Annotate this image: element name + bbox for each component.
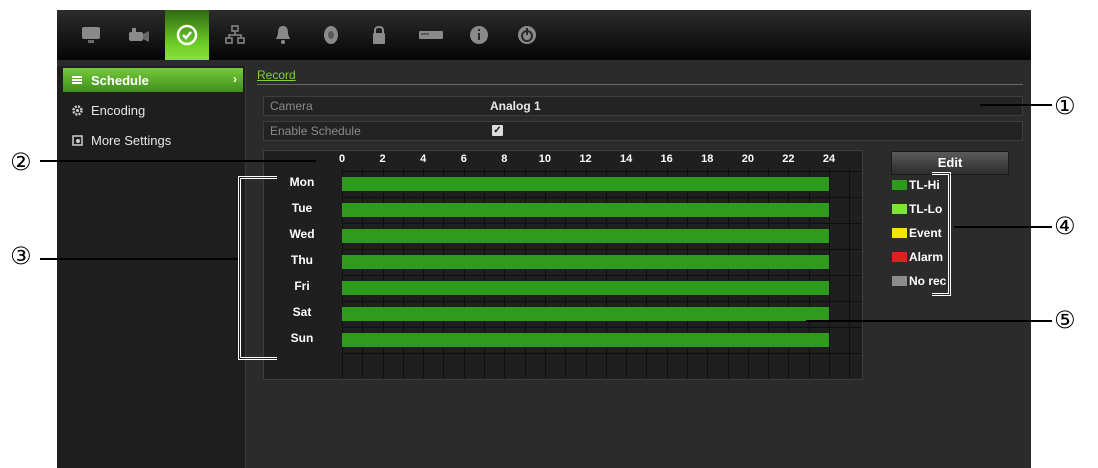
network-icon — [225, 25, 245, 44]
hard-disk-icon — [324, 26, 338, 44]
app-window: Schedule › Encoding More Settings Record… — [57, 10, 1031, 468]
leader-line-3 — [40, 258, 238, 260]
schedule-grid[interactable]: 0 2 4 6 8 10 12 14 16 18 20 22 24 Mon Tue Wed Thu Fri Sat S… — [263, 150, 863, 380]
grid-vline — [829, 169, 830, 378]
sidebar-item-encoding[interactable]: Encoding — [63, 98, 243, 122]
tab-network[interactable] — [213, 10, 257, 60]
grid-hline — [342, 197, 862, 198]
lock-icon — [373, 26, 385, 44]
schedule-bar-thu[interactable] — [342, 255, 829, 269]
chevron-right-icon: › — [233, 72, 237, 86]
camera-select[interactable]: Analog 1 — [490, 99, 541, 113]
clock-icon — [176, 24, 198, 46]
sidebar-item-label: More Settings — [91, 132, 172, 148]
legend-swatch — [892, 276, 907, 286]
schedule-bar-wed[interactable] — [342, 229, 829, 243]
power-icon — [518, 26, 536, 44]
leader-line-4 — [954, 226, 1052, 228]
tab-record[interactable] — [165, 10, 209, 60]
device-icon — [419, 31, 443, 39]
monitor-icon — [82, 27, 100, 43]
schedule-bar-sun[interactable] — [342, 333, 829, 347]
legend-swatch — [892, 204, 907, 214]
tab-shutdown[interactable] — [505, 10, 549, 60]
grid-hline — [342, 275, 862, 276]
callout-5: ⑤ — [1054, 306, 1076, 334]
grid-hline — [342, 301, 862, 302]
grid-hline — [342, 353, 862, 354]
hour-label: 8 — [501, 153, 508, 165]
camera-icon — [129, 28, 149, 42]
enable-schedule-row: Enable Schedule ✓ — [263, 121, 1023, 141]
tab-storage[interactable] — [309, 10, 353, 60]
schedule-bar-fri[interactable] — [342, 281, 829, 295]
grid-hline — [342, 223, 862, 224]
gear-icon — [71, 104, 83, 116]
callout-3: ③ — [10, 242, 32, 270]
bracket-legend — [932, 172, 951, 296]
camera-row: Camera Analog 1 — [263, 96, 1023, 116]
hour-label: 24 — [822, 153, 836, 165]
hour-label: 12 — [579, 153, 592, 165]
hour-label: 14 — [619, 153, 633, 165]
camera-label: Camera — [270, 99, 313, 113]
sidebar-item-label: Encoding — [91, 102, 146, 118]
grid-hline — [342, 327, 862, 328]
legend-swatch — [892, 180, 907, 190]
tab-security[interactable] — [357, 10, 401, 60]
grid-hline — [342, 171, 862, 172]
schedule-bar-tue[interactable] — [342, 203, 829, 217]
hour-label: 2 — [379, 153, 386, 165]
sidebar-item-schedule[interactable]: Schedule › — [63, 68, 243, 92]
hour-label: 6 — [460, 153, 467, 165]
callout-2: ② — [10, 148, 32, 176]
settings-icon — [71, 134, 83, 146]
info-icon — [470, 26, 488, 44]
grid-vline — [849, 169, 851, 378]
tab-info[interactable] — [457, 10, 501, 60]
tab-record-settings[interactable]: Record — [257, 68, 296, 82]
sidebar: Schedule › Encoding More Settings — [57, 66, 246, 468]
tab-display[interactable] — [69, 10, 113, 60]
schedule-bar-mon[interactable] — [342, 177, 829, 191]
hour-label: 16 — [660, 153, 673, 165]
list-icon — [71, 74, 83, 86]
tab-device[interactable] — [409, 10, 453, 60]
leader-line-5 — [806, 320, 1052, 322]
leader-line-1 — [980, 104, 1052, 106]
top-toolbar — [57, 10, 1031, 60]
hour-label: 4 — [420, 153, 427, 165]
leader-line-2 — [40, 160, 316, 162]
hour-label: 10 — [538, 153, 552, 165]
hour-label: 0 — [338, 153, 346, 165]
grid-hline — [342, 249, 862, 250]
hour-label: 18 — [701, 153, 714, 165]
tab-camera[interactable] — [117, 10, 161, 60]
bell-icon — [276, 26, 290, 44]
legend-swatch — [892, 228, 907, 238]
sidebar-item-label: Schedule — [91, 72, 149, 88]
bracket-days — [238, 176, 277, 360]
hour-label: 20 — [741, 153, 754, 165]
legend-swatch — [892, 252, 907, 262]
main-panel: Record Camera Analog 1 Enable Schedule ✓… — [249, 66, 1031, 468]
enable-schedule-checkbox[interactable]: ✓ — [492, 125, 503, 136]
tab-divider — [257, 84, 1023, 85]
callout-1: ① — [1054, 92, 1076, 120]
callout-4: ④ — [1054, 212, 1076, 240]
schedule-bar-sat[interactable] — [342, 307, 829, 321]
enable-schedule-label: Enable Schedule — [270, 124, 361, 138]
tab-alarm[interactable] — [261, 10, 305, 60]
sidebar-item-more-settings[interactable]: More Settings — [63, 128, 243, 152]
hour-label: 22 — [782, 153, 795, 165]
